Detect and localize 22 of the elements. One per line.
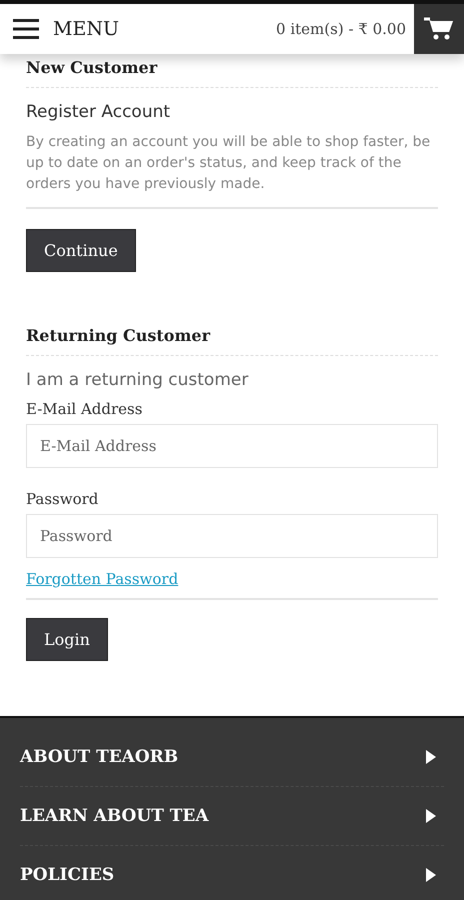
section-heading: New Customer	[26, 54, 438, 88]
field-label: E-Mail Address	[26, 400, 144, 418]
footer-menu-item[interactable]: ABOUT TEAORB	[20, 747, 178, 767]
arrow-right-icon	[426, 868, 436, 882]
input-field[interactable]: Password	[26, 514, 438, 558]
field-label: Password	[26, 490, 100, 508]
section-subtitle: I am a returning customer	[26, 370, 250, 390]
section-subtitle: Register Account	[26, 102, 172, 122]
menu-button[interactable]: MENU	[13, 18, 119, 40]
cart-button[interactable]	[414, 4, 464, 54]
continue-button[interactable]: Continue	[26, 229, 136, 272]
input-field[interactable]: E-Mail Address	[26, 424, 438, 468]
description-text: By creating an account you will be able to shop faster, be up to date on an order's status, and keep track of the orders you have previously made.	[26, 132, 438, 209]
arrow-right-icon	[426, 750, 436, 764]
cart-summary[interactable]: 0 item(s) - ₹ 0.00	[276, 20, 406, 38]
footer-menu-item[interactable]: POLICIES	[20, 865, 114, 885]
cart-icon	[423, 16, 455, 42]
arrow-right-icon	[426, 809, 436, 823]
login-button[interactable]: Login	[26, 618, 108, 661]
footer-menu-item[interactable]: LEARN ABOUT TEA	[20, 806, 209, 826]
section-heading: Returning Customer	[26, 322, 438, 356]
menu-icon	[13, 19, 39, 39]
